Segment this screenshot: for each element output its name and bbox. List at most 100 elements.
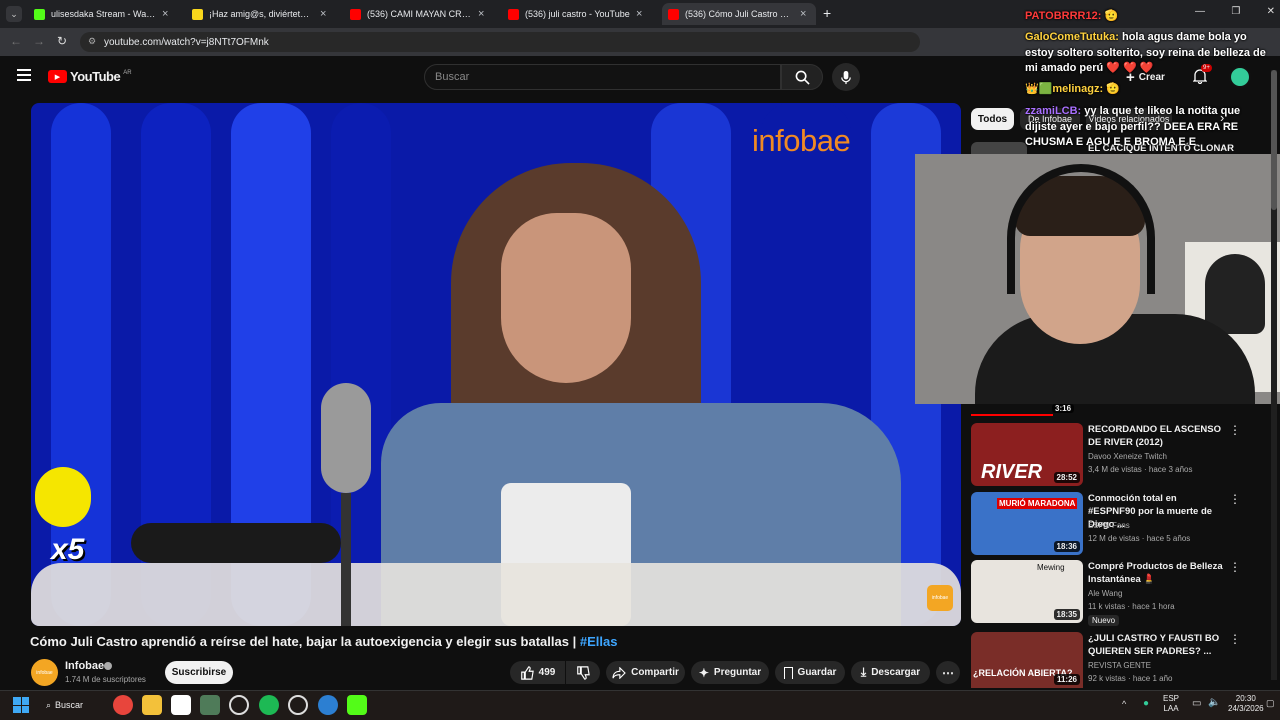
language-indicator[interactable]: ESP LAA — [1163, 694, 1179, 714]
youtube-logo[interactable]: ▶ YouTube AR — [48, 69, 132, 84]
obs-icon[interactable] — [288, 695, 308, 715]
site-info-icon[interactable]: ⚙ — [88, 36, 96, 47]
recommended-video[interactable]: ¿RELACIÓN ABIERTA? 11:26 ¿JULI CASTRO Y F… — [971, 632, 1241, 696]
image-editor-icon[interactable] — [200, 695, 220, 715]
bookmark-icon — [783, 666, 793, 679]
more-options-icon[interactable]: ⋮ — [1229, 632, 1241, 646]
channel-corner-logo: infobae — [927, 585, 953, 611]
tab-search-button[interactable]: ⌄ — [6, 6, 22, 22]
close-tab-icon[interactable]: × — [478, 8, 488, 20]
video-thumbnail[interactable]: ¿RELACIÓN ABIERTA? 11:26 — [971, 632, 1083, 688]
notion-icon[interactable] — [171, 695, 191, 715]
more-options-icon[interactable]: ⋮ — [1229, 560, 1241, 574]
back-icon[interactable]: ← — [10, 34, 22, 48]
search-icon — [795, 70, 810, 85]
browser-tab[interactable]: (536) juli castro - YouTube × — [502, 3, 652, 25]
video-thumbnail[interactable]: MURIÓ MARADONA 18:36 — [971, 492, 1083, 555]
microphone — [321, 383, 371, 493]
thumb-text: MURIÓ MARADONA — [997, 498, 1078, 509]
voice-search-button[interactable] — [832, 63, 860, 91]
browser-tab[interactable]: ¡Haz amig@s, diviértete y date× — [186, 3, 336, 25]
poster-character — [1205, 254, 1265, 334]
more-options-icon[interactable]: ⋮ — [1229, 423, 1241, 437]
sofa — [31, 563, 961, 626]
clock[interactable]: 20:30 24/3/2026 — [1228, 694, 1264, 714]
subscriber-count: 1.74 M de suscriptores — [65, 675, 146, 684]
video-player[interactable]: infobae infobae x5 — [31, 103, 961, 626]
chat-message: GaloComeTutuka: hola agus dame bola yo e… — [1025, 31, 1266, 74]
tray-chevron-icon[interactable]: ^ — [1122, 699, 1126, 709]
more-actions-button[interactable]: ⋯ — [936, 661, 960, 684]
kick-icon[interactable] — [347, 695, 367, 715]
close-window-icon[interactable]: ✕ — [1267, 6, 1275, 17]
thumbs-down-icon — [577, 665, 590, 680]
browser-tab[interactable]: (536) CAMI MAYAN CRUZÓ A C× — [344, 3, 494, 25]
volume-icon[interactable]: 🔈 — [1208, 697, 1220, 708]
mic-stand — [341, 493, 351, 626]
thumb-text: RIVER — [981, 461, 1043, 483]
chrome-icon[interactable] — [113, 695, 133, 715]
more-options-icon[interactable]: ⋮ — [1229, 492, 1241, 506]
site-icon — [192, 8, 203, 20]
chatgpt-icon[interactable] — [229, 695, 249, 715]
sparkle-icon: ✦ — [698, 665, 709, 680]
scrollbar[interactable] — [1271, 70, 1277, 680]
chat-message: zzamiLCB: yy la que te likeo la notita q… — [1025, 105, 1241, 148]
download-icon: ⤓ — [860, 665, 867, 679]
chat-message: 👑🟩melinagz: 🫡 — [1025, 83, 1120, 95]
close-tab-icon[interactable]: × — [162, 8, 172, 20]
watermark: infobae — [752, 123, 851, 158]
channel-name[interactable]: Infobae — [65, 660, 104, 672]
face — [501, 213, 631, 383]
emote-multiplier: x5 — [51, 533, 85, 566]
youtube-play-icon: ▶ — [48, 70, 67, 83]
share-icon — [612, 666, 626, 679]
thumbs-up-icon — [520, 665, 534, 680]
search-input[interactable]: Buscar — [424, 64, 781, 90]
mic-icon — [841, 70, 851, 84]
close-tab-icon[interactable]: × — [800, 8, 810, 20]
recommended-video[interactable]: MURIÓ MARADONA 18:36 Conmoción total en #… — [971, 492, 1241, 556]
video-thumbnail[interactable]: RIVER 28:52 — [971, 423, 1083, 486]
close-tab-icon[interactable]: × — [320, 8, 330, 20]
url-bar[interactable]: ⚙ youtube.com/watch?v=j8NTt7OFMnk — [80, 32, 920, 52]
windows-taskbar — [0, 690, 1280, 720]
search-button[interactable] — [781, 64, 823, 90]
video-thumbnail[interactable]: Mewing 18:35 — [971, 560, 1083, 623]
hashtag-link[interactable]: #Ellas — [580, 634, 618, 649]
spotify-icon[interactable] — [259, 695, 279, 715]
network-icon[interactable]: ▭ — [1192, 698, 1201, 709]
ask-button[interactable]: ✦ Preguntar — [691, 661, 769, 684]
forward-icon[interactable]: → — [33, 34, 45, 48]
dislike-button[interactable] — [566, 661, 600, 684]
youtube-icon — [350, 8, 361, 20]
menu-icon[interactable] — [17, 69, 31, 81]
channel-avatar[interactable]: infobae — [31, 659, 58, 686]
kick-icon — [34, 8, 45, 20]
reload-icon[interactable]: ↻ — [57, 34, 67, 48]
recommended-video[interactable]: RIVER 28:52 RECORDANDO EL ASCENSO DE RIVE… — [971, 423, 1241, 487]
youtube-icon — [668, 8, 679, 20]
tray-mic-icon[interactable]: ● — [1143, 698, 1149, 709]
notification-bell-icon[interactable]: ▢ — [1266, 698, 1275, 709]
windows-start-icon[interactable] — [13, 697, 29, 713]
ccleaner-icon[interactable] — [318, 695, 338, 715]
browser-tab-active[interactable]: (536) Cómo Juli Castro aprend× — [662, 3, 816, 25]
close-tab-icon[interactable]: × — [636, 8, 646, 20]
verified-icon — [104, 662, 112, 670]
timestamp-partial: 3:16 — [1052, 404, 1075, 413]
subscribe-button[interactable]: Suscribirse — [165, 661, 233, 684]
download-button[interactable]: ⤓ Descargar — [851, 661, 930, 684]
browser-tab[interactable]: ulisesdaka Stream - Watch Live× — [28, 3, 178, 25]
save-button[interactable]: Guardar — [775, 661, 845, 684]
new-tab-button[interactable]: + — [823, 5, 831, 21]
file-explorer-icon[interactable] — [142, 695, 162, 715]
search-icon: ⌕ — [46, 699, 52, 710]
like-button[interactable]: 499 — [510, 661, 565, 684]
video-title: Cómo Juli Castro aprendió a reírse del h… — [30, 634, 618, 649]
chip-all[interactable]: Todos — [971, 108, 1014, 130]
recommended-video[interactable]: Mewing 18:35 Compré Productos de Belleza … — [971, 560, 1241, 626]
taskbar-search[interactable]: ⌕ Buscar — [46, 697, 83, 713]
streamer-webcam — [915, 154, 1280, 404]
share-button[interactable]: Compartir — [606, 661, 685, 684]
